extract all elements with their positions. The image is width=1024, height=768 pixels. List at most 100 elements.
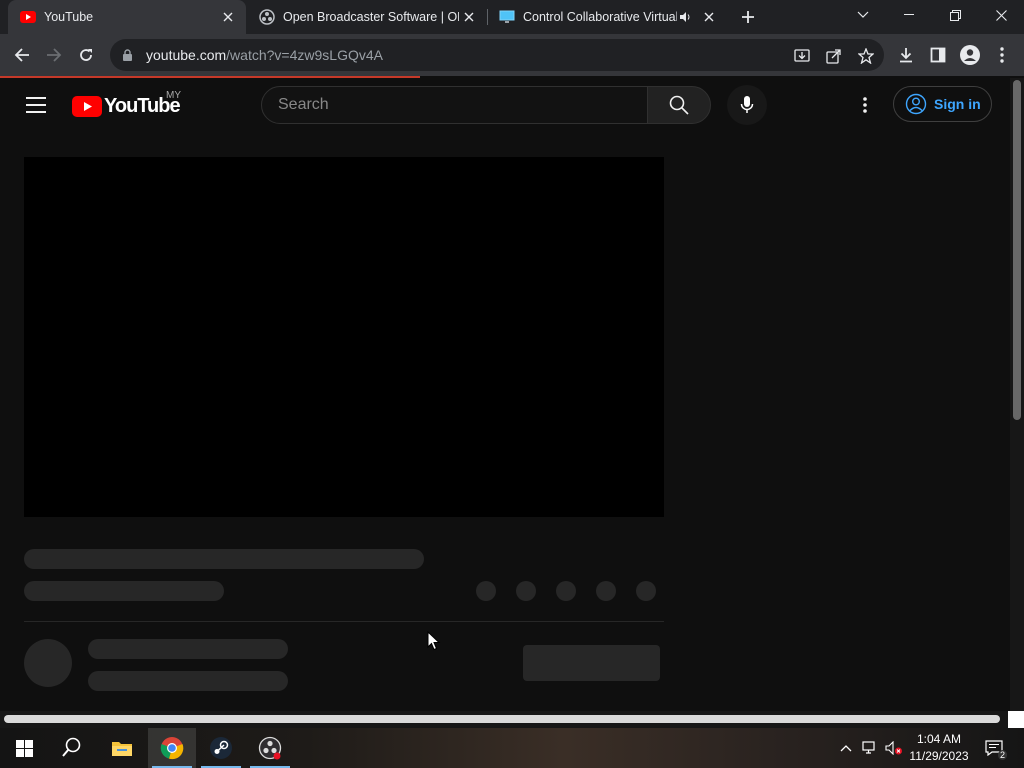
- more-vertical-icon: [863, 97, 867, 113]
- url-path: /watch?v=4zw9sLGQv4A: [226, 47, 383, 63]
- file-explorer-button[interactable]: [98, 728, 146, 768]
- tab-title: Control Collaborative Virtual: [523, 10, 677, 24]
- clock-date: 11/29/2023: [909, 749, 969, 763]
- minimize-button[interactable]: [886, 0, 932, 30]
- scrollbar-corner: [1008, 711, 1024, 728]
- more-vertical-icon: [1000, 47, 1004, 63]
- obs-favicon-icon: [259, 9, 275, 25]
- microphone-icon: [740, 96, 754, 113]
- arrow-left-icon: [14, 48, 29, 62]
- title-skeleton: [24, 549, 424, 569]
- tab-youtube[interactable]: YouTube: [8, 0, 246, 34]
- restore-button[interactable]: [932, 0, 978, 30]
- back-button[interactable]: [8, 41, 36, 69]
- tab-close-icon[interactable]: [459, 7, 479, 27]
- steam-taskbar-button[interactable]: [197, 728, 245, 768]
- obs-icon: [258, 736, 282, 760]
- chrome-icon: [160, 737, 184, 760]
- tab-title: YouTube: [44, 10, 94, 24]
- horizontal-scrollbar-thumb[interactable]: [4, 715, 1000, 723]
- tab-control-collaborative[interactable]: Control Collaborative Virtual: [487, 0, 727, 34]
- browser-tab-strip: YouTube Open Broadcaster Software | OBS …: [0, 0, 1024, 34]
- url-text: youtube.com/watch?v=4zw9sLGQv4A: [146, 47, 383, 63]
- youtube-masthead: YouTube MY Sign in: [0, 78, 1010, 132]
- bookmark-star-icon[interactable]: [856, 46, 876, 66]
- sign-in-label: Sign in: [934, 96, 981, 112]
- volume-muted-icon[interactable]: [884, 738, 904, 758]
- close-window-button[interactable]: [978, 0, 1024, 30]
- tab-close-icon[interactable]: [218, 7, 238, 27]
- system-clock[interactable]: 1:04 AM 11/29/2023: [902, 731, 976, 765]
- vertical-scrollbar-thumb[interactable]: [1013, 80, 1021, 420]
- lock-icon[interactable]: [122, 48, 136, 62]
- divider: [24, 621, 664, 622]
- show-hidden-icons-chevron-icon[interactable]: [836, 738, 856, 758]
- steam-icon: [210, 737, 232, 759]
- download-icon: [900, 48, 912, 63]
- search-icon: [62, 737, 81, 757]
- channel-name-skeleton: [88, 639, 288, 659]
- channel-subs-skeleton: [88, 671, 288, 691]
- country-code: MY: [166, 90, 181, 101]
- voice-search-button[interactable]: [727, 85, 767, 125]
- hamburger-icon: [26, 97, 46, 99]
- channel-avatar-skeleton: [24, 639, 72, 687]
- close-icon: [995, 9, 1007, 21]
- settings-menu-button[interactable]: [853, 93, 877, 117]
- guide-menu-button[interactable]: [24, 94, 48, 116]
- new-tab-button[interactable]: [736, 5, 760, 29]
- side-panel-button[interactable]: [924, 41, 952, 69]
- arrow-right-icon: [47, 48, 62, 62]
- youtube-play-icon: [72, 95, 102, 117]
- action-skeleton: [556, 581, 576, 601]
- monitor-favicon-icon: [499, 9, 515, 25]
- address-bar[interactable]: youtube.com/watch?v=4zw9sLGQv4A: [110, 39, 884, 71]
- video-player[interactable]: [24, 157, 664, 517]
- subscribe-button-skeleton: [523, 645, 660, 681]
- obs-taskbar-button[interactable]: [246, 728, 294, 768]
- share-icon[interactable]: [824, 46, 844, 66]
- downloads-button[interactable]: [892, 41, 920, 69]
- chrome-taskbar-button[interactable]: [148, 728, 196, 768]
- taskbar-search-button[interactable]: [48, 728, 96, 768]
- search-button[interactable]: [647, 86, 711, 124]
- search-icon: [669, 95, 689, 115]
- minimize-icon: [904, 14, 914, 15]
- action-skeleton: [516, 581, 536, 601]
- youtube-logo[interactable]: YouTube: [72, 94, 181, 118]
- tab-obs[interactable]: Open Broadcaster Software | OBS: [247, 0, 487, 34]
- browser-toolbar: youtube.com/watch?v=4zw9sLGQv4A: [0, 34, 1024, 76]
- action-skeleton: [636, 581, 656, 601]
- search-input[interactable]: [278, 96, 647, 114]
- plus-icon: [742, 11, 754, 23]
- tab-close-icon[interactable]: [699, 7, 719, 27]
- youtube-favicon-icon: [20, 9, 36, 25]
- file-explorer-icon: [112, 742, 132, 756]
- profile-button[interactable]: [956, 41, 984, 69]
- action-skeleton: [476, 581, 496, 601]
- account-circle-icon: [904, 92, 928, 116]
- install-app-icon[interactable]: [792, 46, 812, 66]
- side-panel-icon: [930, 47, 946, 63]
- url-host: youtube.com: [146, 47, 227, 63]
- speaker-icon[interactable]: [677, 9, 693, 25]
- windows-start-icon: [15, 739, 33, 757]
- network-icon[interactable]: [860, 738, 880, 758]
- sign-in-button[interactable]: Sign in: [893, 86, 992, 122]
- tab-search-button[interactable]: [840, 0, 886, 30]
- restore-icon: [949, 9, 961, 21]
- search-box[interactable]: [261, 86, 648, 124]
- profile-avatar-icon: [960, 45, 980, 65]
- action-center-button[interactable]: 2: [980, 736, 1008, 760]
- start-button[interactable]: [0, 728, 48, 768]
- windows-taskbar: 1:04 AM 11/29/2023 2: [0, 728, 1024, 768]
- notification-count: 2: [997, 750, 1007, 760]
- tab-title: Open Broadcaster Software | OBS: [283, 10, 459, 24]
- mouse-cursor-icon: [427, 631, 441, 651]
- chevron-down-icon: [857, 11, 869, 18]
- chrome-menu-button[interactable]: [988, 41, 1016, 69]
- forward-button[interactable]: [40, 41, 68, 69]
- meta-skeleton: [24, 581, 224, 601]
- clock-time: 1:04 AM: [916, 732, 962, 746]
- reload-button[interactable]: [72, 41, 100, 69]
